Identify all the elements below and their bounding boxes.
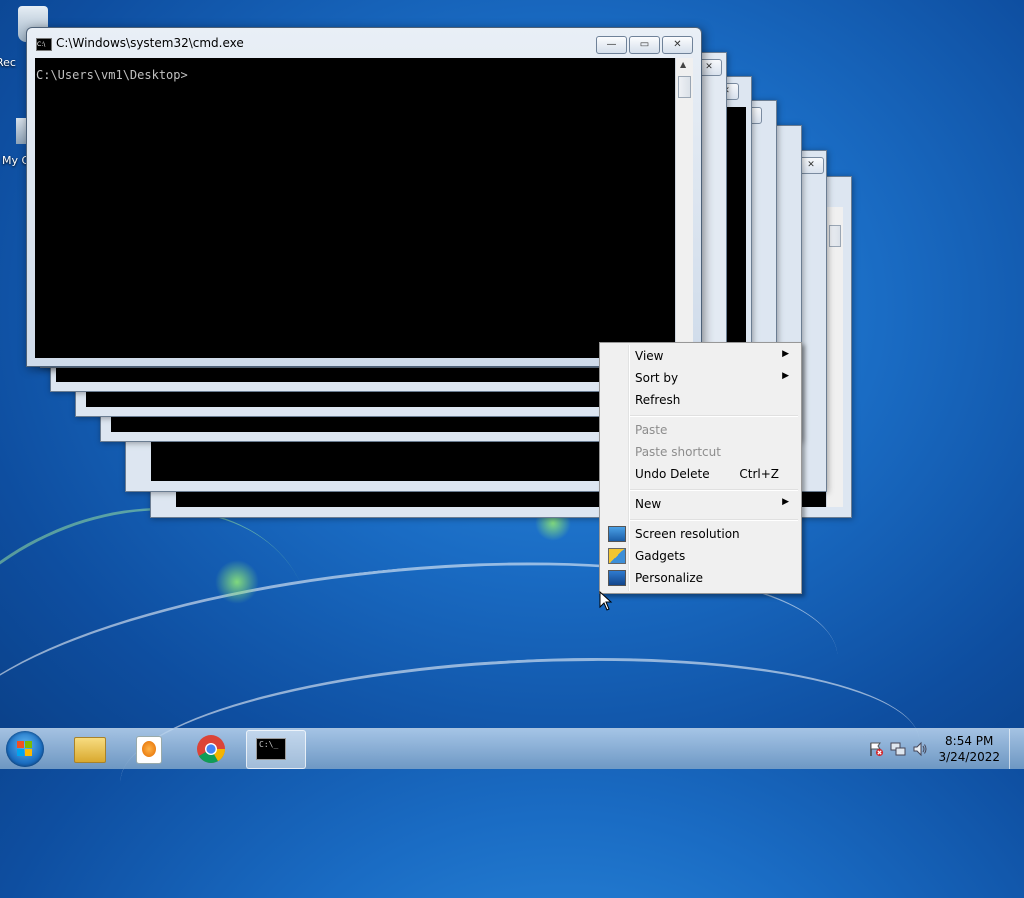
menu-item-new[interactable]: New ▶ [602, 493, 799, 515]
taskbar: C:\_ 8:54 PM 3/24/2022 [0, 728, 1024, 769]
menu-separator [630, 489, 798, 491]
menu-item-view[interactable]: View ▶ [602, 345, 799, 367]
action-center-flag-icon[interactable] [868, 741, 884, 757]
window-title: C:\Windows\system32\cmd.exe [56, 36, 244, 50]
submenu-arrow-icon: ▶ [782, 497, 789, 507]
taskbar-cmd[interactable]: C:\_ [246, 730, 306, 769]
wallpaper-glow [215, 560, 259, 604]
taskbar-media-player[interactable] [120, 730, 178, 767]
minimize-icon: — [606, 39, 617, 50]
cmd-window[interactable]: C:\ C:\Windows\system32\cmd.exe — ▭ ✕ C:… [26, 27, 702, 367]
screen-resolution-icon [608, 526, 626, 542]
submenu-arrow-icon: ▶ [782, 349, 789, 359]
cmd-icon: C:\ [36, 38, 52, 51]
gadgets-icon [608, 548, 626, 564]
menu-item-label: Gadgets [635, 549, 686, 563]
maximize-button[interactable]: ▭ [629, 36, 660, 54]
menu-separator [630, 519, 798, 521]
title-bar[interactable]: C:\ C:\Windows\system32\cmd.exe — ▭ ✕ [27, 28, 701, 58]
cmd-icon: C:\_ [256, 738, 286, 760]
volume-icon[interactable] [912, 741, 928, 757]
cmd-icon-text: C:\_ [259, 740, 279, 749]
menu-item-shortcut: Ctrl+Z [739, 467, 779, 481]
mouse-cursor-icon [599, 591, 613, 611]
taskbar-file-explorer[interactable] [60, 730, 118, 767]
menu-item-refresh[interactable]: Refresh [602, 389, 799, 411]
menu-item-paste[interactable]: Paste [602, 419, 799, 441]
media-player-icon [136, 736, 162, 764]
vertical-scrollbar[interactable] [826, 207, 843, 507]
menu-item-personalize[interactable]: Personalize [602, 567, 799, 589]
desktop-context-menu: View ▶ Sort by ▶ Refresh Paste Paste sho… [599, 342, 802, 594]
menu-item-undo-delete[interactable]: Undo Delete Ctrl+Z [602, 463, 799, 485]
taskbar-chrome[interactable] [183, 730, 241, 767]
close-icon: ✕ [673, 39, 682, 50]
menu-item-label: Refresh [635, 393, 681, 407]
maximize-icon: ▭ [639, 39, 650, 50]
menu-item-label: View [635, 349, 664, 363]
start-button[interactable] [6, 731, 44, 767]
menu-item-sort-by[interactable]: Sort by ▶ [602, 367, 799, 389]
submenu-arrow-icon: ▶ [782, 371, 789, 381]
menu-item-label: Paste shortcut [635, 445, 721, 459]
menu-item-paste-shortcut[interactable]: Paste shortcut [602, 441, 799, 463]
chrome-icon [197, 735, 225, 763]
menu-item-label: Paste [635, 423, 668, 437]
menu-item-gadgets[interactable]: Gadgets [602, 545, 799, 567]
menu-item-label: Personalize [635, 571, 704, 585]
menu-item-label: Sort by [635, 371, 679, 385]
scrollbar-thumb[interactable] [678, 76, 691, 98]
console-area[interactable]: C:\Users\vm1\Desktop> [35, 58, 675, 358]
clock-time: 8:54 PM [945, 734, 994, 748]
close-button[interactable]: ✕ [662, 36, 693, 54]
file-explorer-icon [74, 737, 106, 763]
menu-item-screen-resolution[interactable]: Screen resolution [602, 523, 799, 545]
personalize-icon [608, 570, 626, 586]
clock[interactable]: 8:54 PM 3/24/2022 [938, 733, 1000, 765]
scrollbar-thumb[interactable] [829, 225, 841, 247]
windows-logo-icon [17, 741, 32, 756]
clock-date: 3/24/2022 [938, 750, 1000, 764]
menu-separator [630, 415, 798, 417]
menu-item-label: Screen resolution [635, 527, 740, 541]
system-tray: 8:54 PM 3/24/2022 [854, 729, 1024, 769]
minimize-button[interactable]: — [596, 36, 627, 54]
command-prompt: C:\Users\vm1\Desktop> [36, 68, 188, 82]
scroll-up-arrow-icon[interactable]: ▲ [680, 60, 686, 69]
vertical-scrollbar[interactable]: ▲ [675, 58, 693, 358]
network-icon[interactable] [890, 741, 906, 757]
menu-item-label: Undo Delete [635, 467, 710, 481]
show-desktop-button[interactable] [1009, 729, 1024, 769]
menu-item-label: New [635, 497, 662, 511]
